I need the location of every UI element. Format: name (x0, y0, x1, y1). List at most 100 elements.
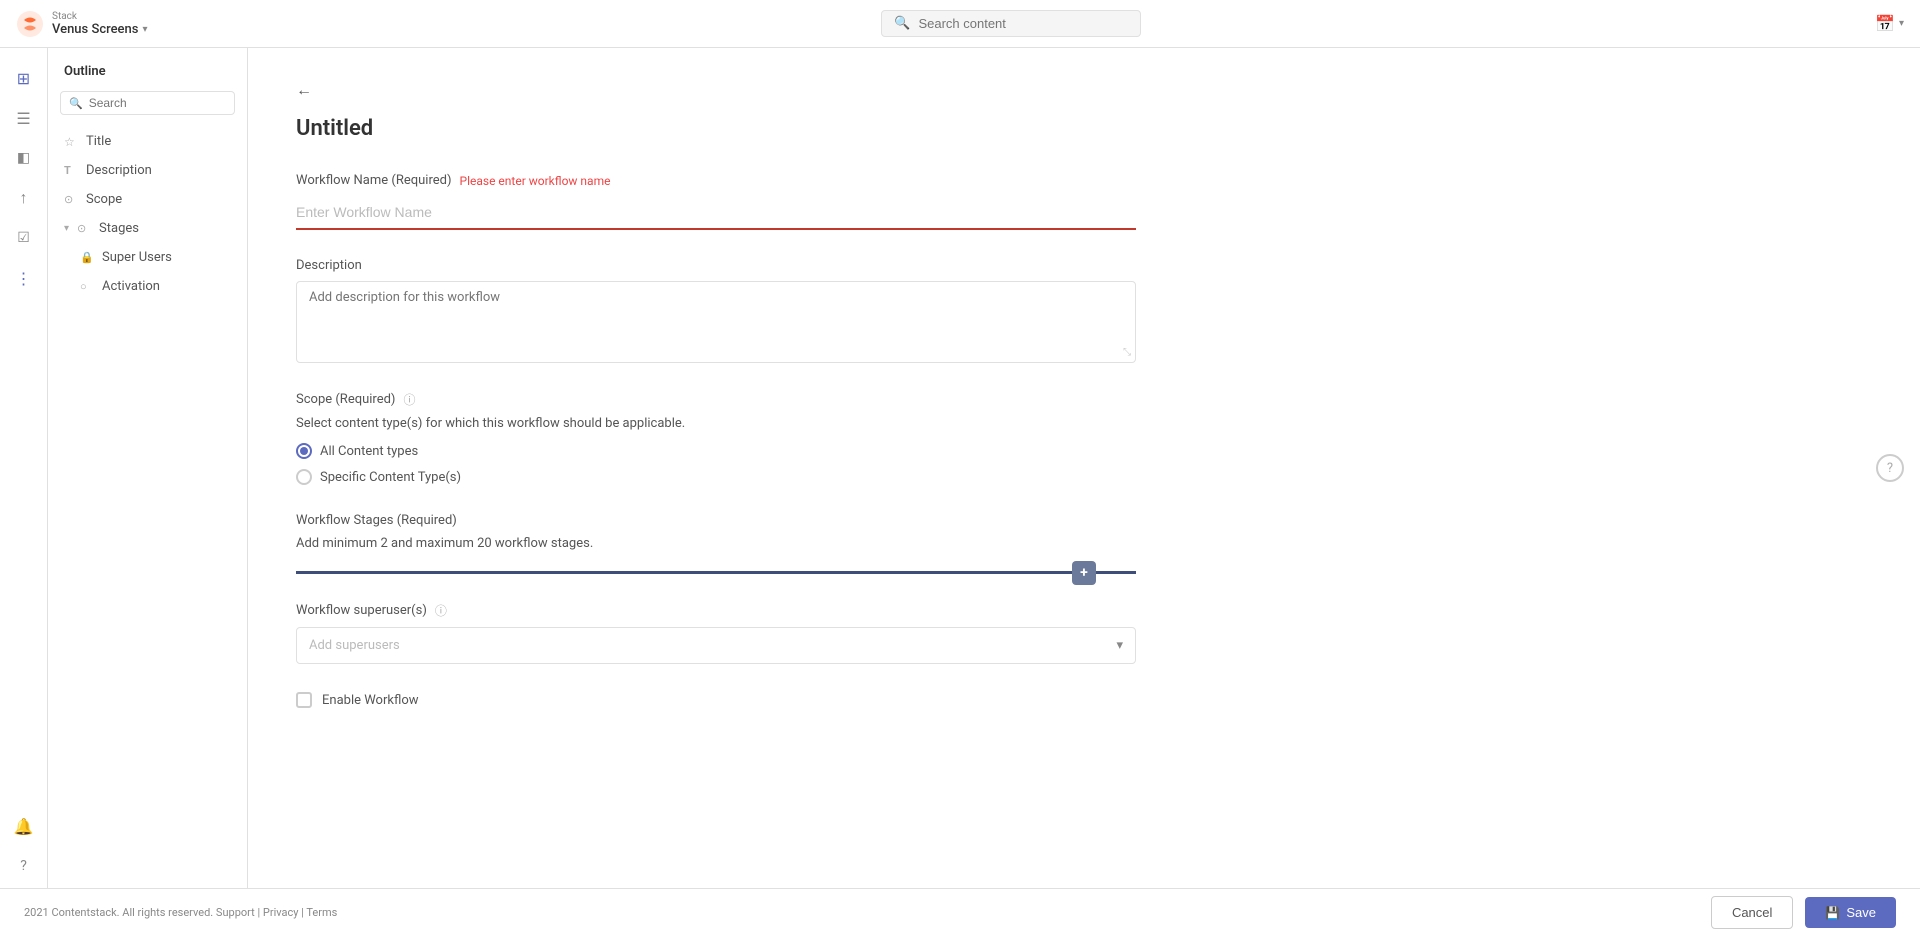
workflow-icon: ⋮ (16, 269, 32, 288)
app-logo (16, 10, 44, 38)
workflow-name-error: Please enter workflow name (460, 174, 611, 188)
outline-search[interactable]: 🔍 (60, 91, 235, 115)
scope-section: Scope (Required) ⓘ Select content type(s… (296, 391, 1872, 485)
outline-item-label: Super Users (102, 250, 172, 265)
sidebar-item-assets[interactable]: ◧ (6, 140, 42, 176)
sidebar-item-tasks[interactable]: ☑ (6, 220, 42, 256)
help-circle-icon: ? (20, 858, 27, 874)
sidebar-item-notifications[interactable]: 🔔 (6, 808, 42, 844)
stages-add-button[interactable]: + (1072, 561, 1096, 585)
search-icon: 🔍 (894, 16, 910, 31)
calendar-dropdown-arrow: ▾ (1899, 18, 1904, 29)
help-icon: ? (1887, 461, 1893, 476)
stages-section: Workflow Stages (Required) Add minimum 2… (296, 513, 1872, 574)
left-panel: Outline 🔍 ☆ Title T Description ⊙ Scope … (48, 48, 248, 936)
outline-item-title[interactable]: ☆ Title (48, 127, 247, 156)
bell-icon: 🔔 (14, 817, 34, 836)
help-icon-fixed[interactable]: ? (1876, 454, 1904, 482)
enable-workflow-label: Enable Workflow (322, 693, 419, 708)
enable-workflow-row: Enable Workflow (296, 692, 1872, 708)
terms-link[interactable]: Terms (306, 906, 337, 919)
resize-handle-icon: ⤡ (1123, 347, 1131, 358)
scope-label: Scope (Required) ⓘ (296, 391, 1872, 408)
search-bar[interactable]: 🔍 (881, 10, 1141, 37)
workflow-name-section: Workflow Name (Required) Please enter wo… (296, 173, 1872, 230)
back-arrow-icon: ← (296, 80, 312, 100)
description-section: Description ⤡ (296, 258, 1872, 363)
sidebar-item-help[interactable]: ? (6, 848, 42, 884)
sidebar-item-dashboard[interactable]: ⊞ (6, 60, 42, 96)
calendar-button[interactable]: 📅 ▾ (1875, 14, 1904, 33)
outline-item-label: Activation (102, 279, 160, 294)
outline-item-label: Description (86, 163, 152, 178)
superusers-label: Workflow superuser(s) ⓘ (296, 602, 1872, 619)
privacy-link[interactable]: Privacy (263, 906, 299, 919)
search-icon-outline: 🔍 (69, 97, 83, 110)
topbar-right: 📅 ▾ (1875, 14, 1904, 33)
scope-option-specific[interactable]: Specific Content Type(s) (296, 469, 1872, 485)
scope-description: Select content type(s) for which this wo… (296, 416, 1872, 431)
superusers-select[interactable]: Add superusers ▾ (296, 627, 1136, 664)
page-title: Untitled (296, 116, 1872, 141)
footer-text: 2021 Contentstack. All rights reserved. … (24, 906, 337, 919)
outline-item-superusers[interactable]: 🔒 Super Users (64, 243, 247, 272)
calendar-icon: 📅 (1875, 14, 1895, 33)
stages-label: Workflow Stages (Required) (296, 513, 1872, 528)
sidebar-item-content[interactable]: ☰ (6, 100, 42, 136)
topbar-center: 🔍 (881, 10, 1141, 37)
description-input[interactable] (309, 290, 1123, 350)
description-label: Description (296, 258, 1872, 273)
bottom-bar-actions: Cancel 💾 Save (1711, 896, 1896, 929)
enable-workflow-section: Enable Workflow (296, 692, 1872, 708)
topbar-left: Stack Venus Screens ▾ (16, 10, 147, 38)
back-button[interactable]: ← (296, 80, 312, 100)
radio-specific-content[interactable] (296, 469, 312, 485)
superusers-info-icon[interactable]: ⓘ (435, 602, 447, 619)
tasks-icon: ☑ (17, 230, 30, 246)
stages-line-container: + (296, 571, 1872, 574)
cancel-button[interactable]: Cancel (1711, 896, 1793, 929)
save-button[interactable]: 💾 Save (1805, 897, 1896, 928)
list-icon: ☰ (16, 109, 30, 128)
star-icon: ☆ (64, 135, 78, 149)
text-icon: T (64, 164, 78, 177)
outline-item-activation[interactable]: ○ Activation (64, 272, 247, 301)
workflow-name-label: Workflow Name (Required) Please enter wo… (296, 173, 1872, 188)
circle-icon: ○ (80, 280, 94, 293)
chevron-down-icon: ▾ (64, 223, 69, 234)
search-input[interactable] (918, 16, 1128, 31)
scope-option-all[interactable]: All Content types (296, 443, 1872, 459)
description-wrapper: ⤡ (296, 281, 1136, 363)
stages-description: Add minimum 2 and maximum 20 workflow st… (296, 536, 1872, 551)
superusers-dropdown-icon: ▾ (1116, 638, 1123, 653)
sidebar-icons: ⊞ ☰ ◧ ↑ ☑ ⋮ 🔔 ? KC (0, 48, 48, 936)
scope-info-icon[interactable]: ⓘ (403, 391, 415, 408)
scope-radio-group: All Content types Specific Content Type(… (296, 443, 1872, 485)
grid-icon: ⊞ (17, 69, 30, 88)
enable-workflow-checkbox[interactable] (296, 692, 312, 708)
outline-search-input[interactable] (89, 96, 226, 110)
superusers-placeholder: Add superusers (309, 638, 400, 653)
support-link[interactable]: Support (216, 906, 255, 919)
outline-title: Outline (48, 64, 247, 91)
outline-item-label: Title (86, 134, 111, 149)
outline-subitems: 🔒 Super Users ○ Activation (48, 243, 247, 301)
lock-icon: 🔒 (80, 251, 94, 264)
sidebar-item-workflow[interactable]: ⋮ (6, 260, 42, 296)
outline-item-scope[interactable]: ⊙ Scope (48, 185, 247, 214)
stack-info: Stack Venus Screens ▾ (52, 11, 147, 37)
main-content: ← Untitled Workflow Name (Required) Plea… (248, 48, 1920, 936)
stages-line (296, 571, 1136, 574)
stack-name[interactable]: Venus Screens ▾ (52, 22, 147, 37)
stages-icon: ⊙ (77, 222, 91, 235)
outline-item-stages[interactable]: ▾ ⊙ Stages (48, 214, 247, 243)
layers-icon: ◧ (17, 150, 30, 166)
outline-item-label: Scope (86, 192, 122, 207)
outline-item-description[interactable]: T Description (48, 156, 247, 185)
radio-all-content[interactable] (296, 443, 312, 459)
sidebar-item-deploy[interactable]: ↑ (6, 180, 42, 216)
topbar: Stack Venus Screens ▾ 🔍 📅 ▾ (0, 0, 1920, 48)
outline-item-label: Stages (99, 221, 139, 236)
workflow-name-input[interactable] (296, 196, 1136, 230)
stack-dropdown-arrow: ▾ (142, 24, 147, 35)
